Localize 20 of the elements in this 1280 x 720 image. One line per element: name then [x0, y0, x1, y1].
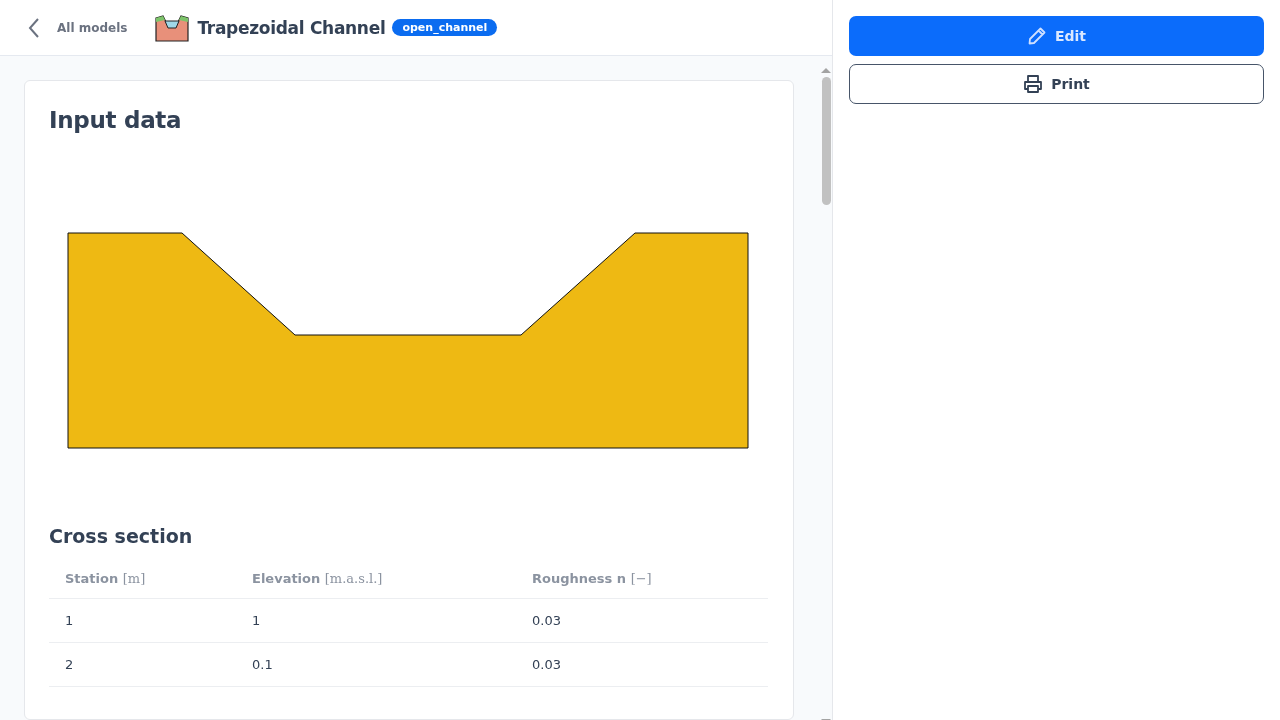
- table-cell: 1: [49, 598, 236, 643]
- table-cell: 0.03: [516, 598, 768, 643]
- all-models-link[interactable]: All models: [57, 20, 128, 35]
- pencil-icon: [1026, 26, 1047, 46]
- table-cell: 2: [49, 642, 236, 687]
- printer-icon: [1023, 74, 1044, 94]
- section-title: Input data: [49, 107, 183, 133]
- model-type-tag: open_channel: [392, 19, 498, 36]
- back-chevron-icon[interactable]: [28, 16, 40, 39]
- edit-button[interactable]: Edit: [849, 16, 1264, 56]
- table-cell: 1: [236, 598, 516, 643]
- model-title: Trapezoidal Channel: [197, 17, 386, 38]
- table-cell: 0.03: [516, 642, 768, 687]
- print-button[interactable]: Print: [849, 64, 1264, 104]
- channel-icon: [155, 13, 190, 42]
- column-header: Station [m]: [49, 559, 236, 599]
- table-cell: 0.1: [236, 642, 516, 687]
- column-header: Roughness n [−]: [516, 559, 768, 599]
- section-title: Cross section: [49, 525, 194, 547]
- column-header: Elevation [m.a.s.l.]: [236, 559, 516, 599]
